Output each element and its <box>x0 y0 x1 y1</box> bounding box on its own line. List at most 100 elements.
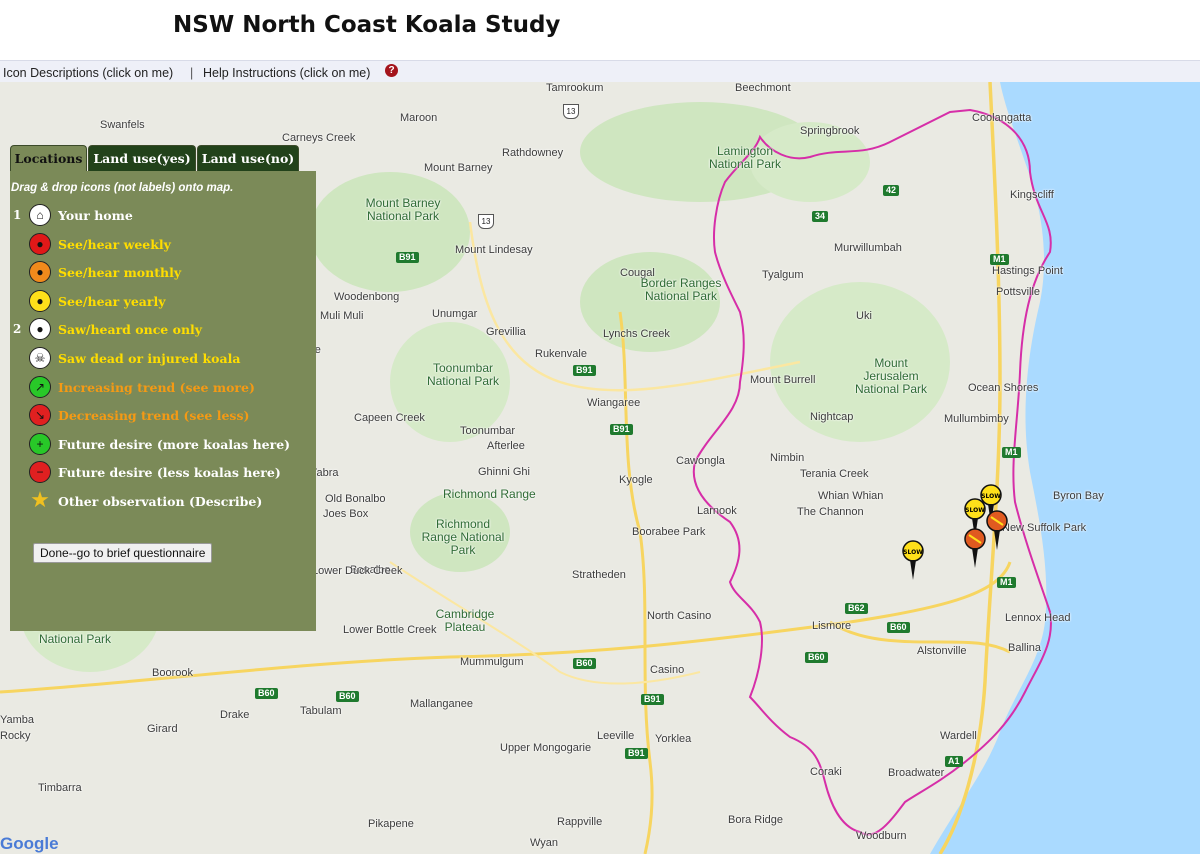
place-label: Broadwater <box>888 767 945 779</box>
place-label: Tamrookum <box>546 82 604 94</box>
place-label: Lismore <box>812 620 852 632</box>
route-shield: B91 <box>396 252 419 263</box>
place-label: Mummulgum <box>460 656 524 668</box>
place-label: Mount Burrell <box>750 374 816 386</box>
place-label: Boorook <box>152 667 193 679</box>
tab-land-use-no[interactable]: Land use(no) <box>197 145 299 172</box>
route-shield: B60 <box>573 658 596 669</box>
place-label: Pottsville <box>996 286 1041 298</box>
place-label: Ghinni Ghi <box>478 466 530 478</box>
legend-item[interactable]: 2 ● Saw/heard once only <box>10 316 310 342</box>
place-label: Larnook <box>697 505 737 517</box>
legend-item[interactable]: ☠ Saw dead or injured koala <box>10 345 310 371</box>
place-label: Springbrook <box>800 125 860 137</box>
place-label: Ballina <box>1008 642 1042 654</box>
route-shield: 13 <box>563 104 579 119</box>
plus-icon[interactable]: + <box>29 432 51 455</box>
legend-item[interactable]: ● See/hear weekly <box>10 231 310 257</box>
legend-item-label: Future desire (less koalas here) <box>58 465 281 481</box>
place-label: Old Bonalbo <box>325 493 386 505</box>
legend-item[interactable]: ↗ Increasing trend (see more) <box>10 374 310 400</box>
minus-icon[interactable]: − <box>29 461 51 484</box>
legend-item-label: Saw dead or injured koala <box>58 351 241 366</box>
place-label: Wardell <box>940 730 977 742</box>
koala-orange-icon[interactable]: ● <box>29 261 51 284</box>
road <box>618 311 654 854</box>
place-label: Ocean Shores <box>968 382 1039 394</box>
legend-item-label: See/hear yearly <box>58 293 166 309</box>
place-label: Rocky <box>0 730 31 742</box>
place-label: Leeville <box>597 730 635 742</box>
place-label: Drake <box>220 709 250 721</box>
koala-red-icon[interactable]: ● <box>29 232 51 255</box>
legend-panel: Locations Land use(yes) Land use(no) Dra… <box>10 145 316 631</box>
route-shield: M1 <box>1002 447 1021 458</box>
place-label: Richmond Range National Park <box>421 517 505 557</box>
park-area <box>310 172 470 292</box>
place-label: The Channon <box>797 506 864 518</box>
place-label: Coraki <box>810 766 842 778</box>
trend-up-icon[interactable]: ↗ <box>29 375 51 398</box>
place-label: Lynchs Creek <box>603 328 670 340</box>
route-shield: B91 <box>610 424 633 435</box>
legend-item[interactable]: − Future desire (less koalas here) <box>10 459 310 485</box>
koala-white-icon[interactable]: ● <box>29 318 51 341</box>
place-label: Cawongla <box>676 455 725 467</box>
svg-text:SLOW: SLOW <box>903 549 923 556</box>
legend-panel-body: Drag & drop icons (not labels) onto map.… <box>10 171 316 631</box>
route-shield: B60 <box>255 688 278 699</box>
place-label: Mount Lindesay <box>455 244 533 256</box>
place-label: Beechmont <box>735 82 791 94</box>
place-label: Woodenbong <box>334 291 400 303</box>
place-label: Nimbin <box>770 452 805 464</box>
trend-down-icon[interactable]: ↘ <box>29 404 51 427</box>
star-icon[interactable]: ★ <box>29 489 51 512</box>
place-label: Casino <box>650 664 685 676</box>
help-instructions-link[interactable]: Help Instructions (click on me) <box>203 66 370 80</box>
home-icon[interactable]: ⌂ <box>29 204 51 226</box>
place-label: Bora Ridge <box>728 814 784 826</box>
place-label: Wiangaree <box>587 397 641 409</box>
koala-yellow-icon[interactable]: ● <box>29 289 51 312</box>
google-logo-text: Google <box>0 834 59 853</box>
place-label: Stratheden <box>572 569 626 581</box>
place-label: Yamba <box>0 714 35 726</box>
done-questionnaire-button[interactable]: Done--go to brief questionnaire <box>33 543 213 563</box>
decreasing-trend-marker[interactable] <box>986 510 1008 550</box>
place-label: Terania Creek <box>800 468 869 480</box>
place-label: Lower Duck Creek <box>312 565 403 577</box>
slow-marker[interactable]: SLOW <box>902 540 924 580</box>
place-label: Upper Mongogarie <box>500 742 592 754</box>
tab-land-use-yes[interactable]: Land use(yes) <box>88 145 196 172</box>
legend-item-label: Decreasing trend (see less) <box>58 408 250 424</box>
place-label: Tabulam <box>300 705 342 717</box>
place-label: Wyan <box>530 837 559 849</box>
legend-item-label: See/hear weekly <box>58 236 171 252</box>
link-bar: Icon Descriptions (click on me) | Help I… <box>0 60 1200 83</box>
place-label: Rukenvale <box>535 348 587 360</box>
legend-item[interactable]: 1 ⌂ Your home <box>10 202 310 228</box>
tab-locations[interactable]: Locations <box>10 145 87 172</box>
link-separator: | <box>190 66 194 80</box>
route-shield: 42 <box>883 185 900 196</box>
decreasing-trend-marker[interactable] <box>964 528 986 568</box>
skull-icon[interactable]: ☠ <box>29 347 51 369</box>
route-shield: B60 <box>336 691 359 702</box>
route-shield: B60 <box>887 622 910 633</box>
legend-item[interactable]: ★ Other observation (Describe) <box>10 488 310 514</box>
legend-item[interactable]: ↘ Decreasing trend (see less) <box>10 402 310 428</box>
legend-item-label: Saw/heard once only <box>58 322 203 338</box>
help-icon[interactable]: ? <box>385 64 398 77</box>
place-label: Mullumbimby <box>944 413 1009 425</box>
drag-drop-instructions: Drag & drop icons (not labels) onto map. <box>11 182 234 194</box>
legend-item[interactable]: + Future desire (more koalas here) <box>10 431 310 457</box>
legend-item-number: 2 <box>13 322 22 337</box>
legend-item-label: Your home <box>58 208 133 223</box>
place-label: Nightcap <box>810 411 854 423</box>
route-shield: B60 <box>805 652 828 663</box>
legend-item[interactable]: ● See/hear yearly <box>10 288 310 314</box>
legend-item[interactable]: ● See/hear monthly <box>10 259 310 285</box>
place-label: Timbarra <box>38 782 82 794</box>
icon-descriptions-link[interactable]: Icon Descriptions (click on me) <box>3 66 173 80</box>
place-label: Mount Barney <box>424 162 493 174</box>
